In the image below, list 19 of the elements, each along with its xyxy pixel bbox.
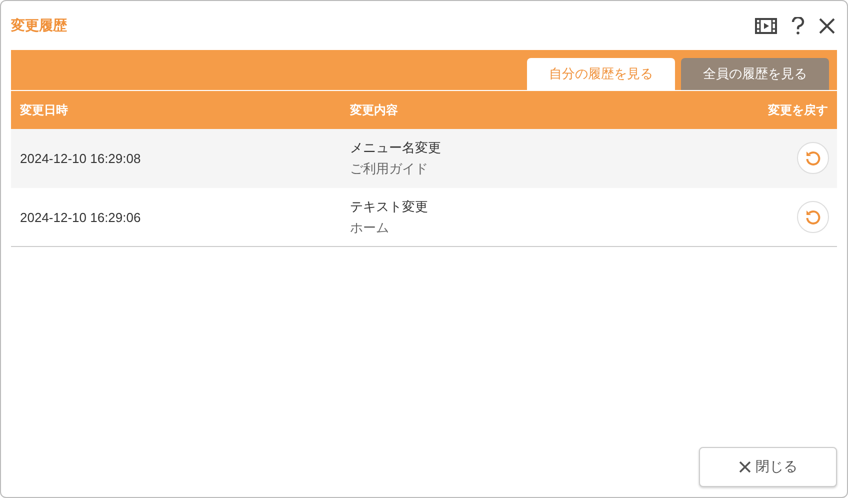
column-header: 変更内容 bbox=[350, 102, 399, 118]
help-icon[interactable] bbox=[791, 16, 805, 34]
change-type: メニュー名変更 bbox=[350, 138, 442, 156]
change-type: テキスト変更 bbox=[350, 198, 429, 216]
close-icon[interactable] bbox=[819, 18, 835, 34]
column-header: 変更日時 bbox=[20, 102, 69, 118]
undo-icon bbox=[805, 209, 821, 225]
column-header: 変更を戻す bbox=[767, 102, 828, 118]
tab[interactable]: 全員の履歴を見る bbox=[681, 58, 829, 90]
close-button[interactable]: 閉じる bbox=[699, 447, 837, 487]
change-target: ホーム bbox=[350, 218, 390, 236]
film-icon[interactable] bbox=[755, 18, 777, 34]
table-cell-text: 2024-12-10 16:29:08 bbox=[20, 150, 142, 166]
window-title: 変更履歴 bbox=[11, 16, 67, 34]
close-icon bbox=[738, 461, 750, 473]
table-cell-text: 2024-12-10 16:29:06 bbox=[20, 210, 142, 224]
table-row[interactable]: 2024-12-10 16:29:08 メニュー名変更 ご利用ガイド bbox=[11, 129, 837, 188]
undo-icon bbox=[805, 150, 821, 166]
change-target: ご利用ガイド bbox=[350, 160, 429, 178]
